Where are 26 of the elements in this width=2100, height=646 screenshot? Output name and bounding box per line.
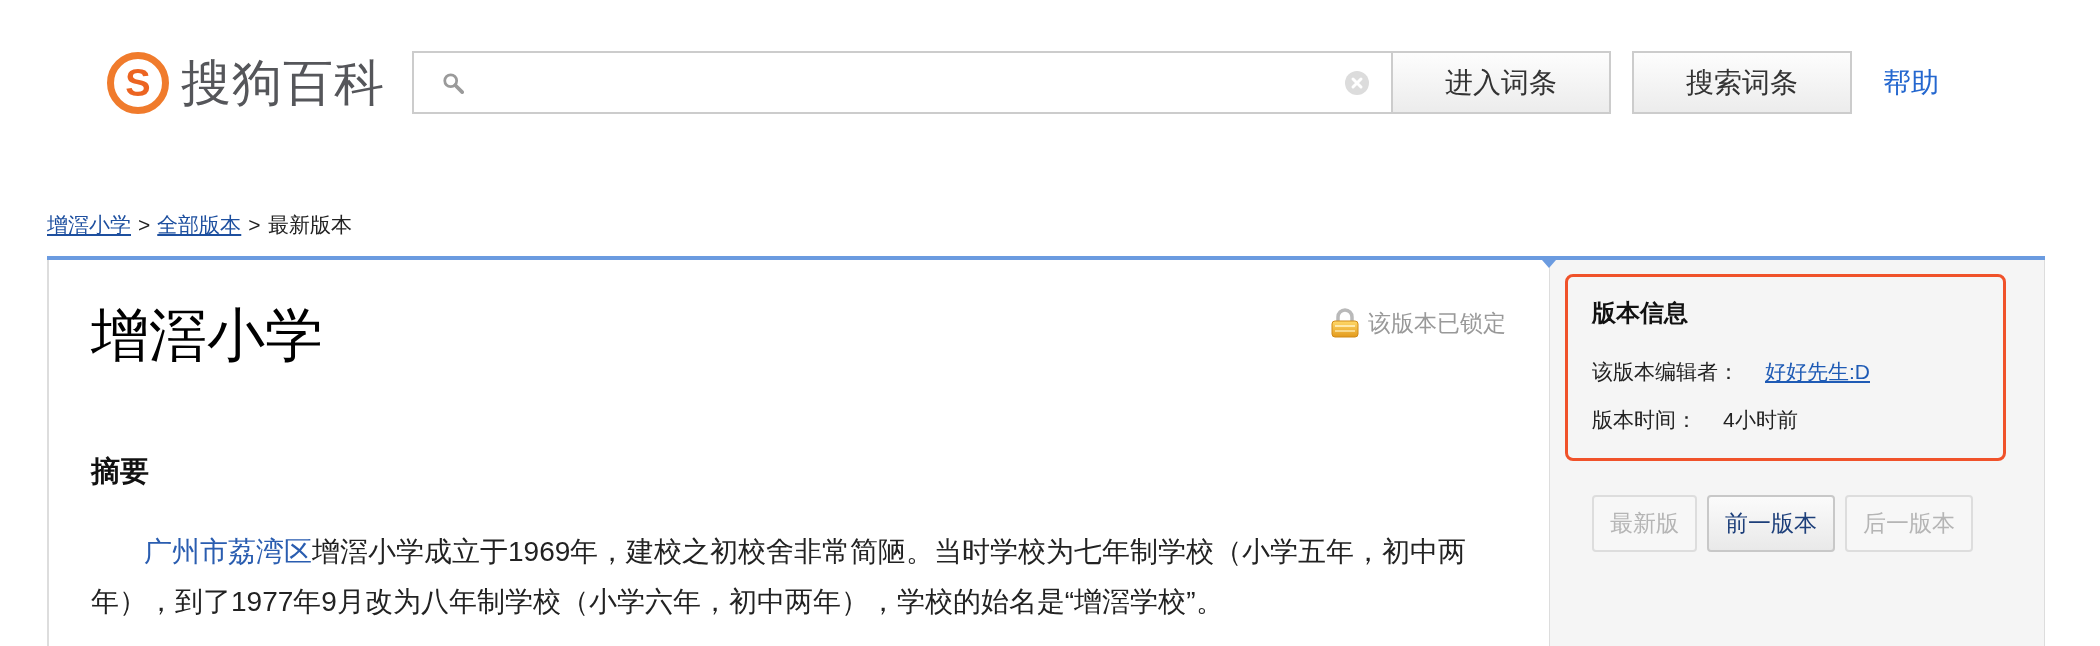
version-nav-button[interactable]: 前一版本	[1707, 495, 1835, 552]
info-label: 该版本编辑者：	[1592, 359, 1739, 385]
header-button[interactable]: 进入词条	[1391, 51, 1611, 114]
breadcrumb-separator: >	[138, 212, 151, 238]
lock-notice: 该版本已锁定	[1368, 309, 1506, 338]
padlock-icon	[1331, 308, 1359, 338]
summary-paragraph: 广州市荔湾区增滘小学成立于1969年，建校之初校舍非常简陋。当时学校为七年制学校（小学五年，初中两年），到了1977年9月改为八年制学校（小学六年，初中两年），学校的始名是“增滘学校”。	[91, 535, 1468, 619]
breadcrumb-separator: >	[248, 212, 261, 238]
logo-mark: S	[107, 51, 169, 114]
header-button[interactable]: 搜索词条	[1632, 51, 1852, 114]
pointer-icon	[1542, 260, 1556, 268]
section-heading: 摘要	[91, 454, 150, 488]
search-field[interactable]	[412, 51, 1393, 114]
logo-text: 搜狗百科	[181, 53, 385, 113]
version-info-title: 版本信息	[1592, 298, 1689, 328]
info-value: 4小时前	[1723, 407, 1798, 433]
breadcrumb-link[interactable]: 全部版本	[157, 210, 242, 240]
help-link[interactable]: 帮助	[1883, 64, 1939, 101]
breadcrumb-link[interactable]: 增滘小学	[47, 210, 131, 240]
info-label: 版本时间：	[1592, 407, 1697, 433]
breadcrumb-current: 最新版本	[267, 212, 352, 238]
clear-icon[interactable]	[1345, 70, 1369, 95]
article-title: 增滘小学	[91, 301, 323, 369]
search-icon	[442, 71, 464, 94]
editor-link[interactable]: 好好先生:D	[1765, 355, 1870, 389]
place-link[interactable]: 广州市荔湾区	[144, 536, 312, 567]
